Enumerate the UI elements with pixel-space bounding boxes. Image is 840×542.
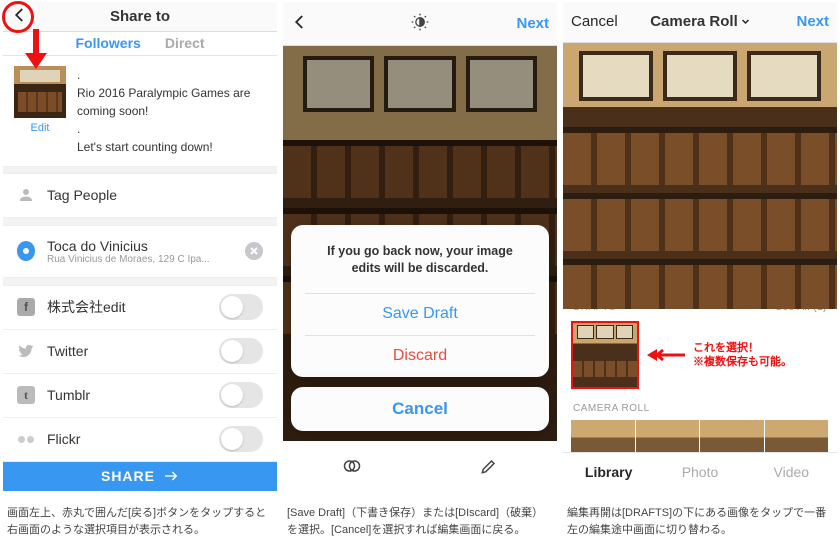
picker-screen: Cancel Camera Roll Next DRAFTS See All (… — [563, 2, 837, 540]
post-preview-row: Edit . Rio 2016 Paralympic Games are com… — [3, 56, 277, 167]
edit-topbar: Next — [283, 2, 557, 46]
post-thumb-col: Edit — [13, 66, 67, 156]
share-tabs: Followers Direct — [3, 32, 277, 56]
tumblr-label: Tumblr — [47, 387, 207, 403]
save-draft-button[interactable]: Save Draft — [305, 293, 535, 335]
footer-caption-2: [Save Draft]（下書き保存）または[DIscard]（破棄）を選択。[… — [283, 491, 557, 540]
camera-roll-label: CAMERA ROLL — [563, 389, 837, 420]
list-gap — [3, 218, 277, 226]
tab-photo[interactable]: Photo — [654, 464, 745, 480]
chevron-left-icon — [11, 6, 29, 24]
sun-icon — [410, 12, 430, 32]
flickr-toggle[interactable] — [219, 426, 263, 452]
tab-direct[interactable]: Direct — [165, 35, 205, 51]
twitter-icon — [17, 342, 35, 360]
edit-screen: Next If you go back now, your image edit… — [283, 2, 557, 540]
back-button[interactable] — [11, 6, 29, 27]
edit-tools-icon[interactable] — [479, 456, 499, 476]
share-flickr-row[interactable]: Flickr — [3, 418, 277, 462]
location-pin-icon — [17, 242, 35, 260]
annotation-text: これを選択！ ※複数保存も可能。 — [693, 341, 792, 370]
discard-button[interactable]: Discard — [305, 335, 535, 377]
tumblr-toggle[interactable] — [219, 382, 263, 408]
tag-people-row[interactable]: Tag People — [3, 174, 277, 218]
camera-roll-grid[interactable] — [571, 420, 829, 451]
x-icon — [249, 246, 259, 256]
tag-people-label: Tag People — [47, 187, 263, 203]
share-twitter-row[interactable]: Twitter — [3, 330, 277, 374]
share-button-label: SHARE — [101, 468, 155, 484]
edit-tool-strip — [283, 441, 557, 491]
share-topbar: Share to — [3, 2, 277, 32]
twitter-label: Twitter — [47, 343, 207, 359]
share-screen: Share to Followers Direct Edit . Rio 201… — [3, 2, 277, 540]
album-title: Camera Roll — [650, 13, 738, 30]
annotation-arrow-icon — [647, 348, 685, 362]
picker-bottom-tabs: Library Photo Video — [563, 452, 837, 491]
annotation-line1: これを選択！ — [693, 341, 792, 355]
location-address: Rua Vinicius de Moraes, 129 C Ipa... — [47, 254, 233, 265]
person-icon — [17, 186, 35, 204]
facebook-label: 株式会社edit — [47, 297, 207, 317]
grid-thumb[interactable] — [700, 420, 765, 451]
grid-thumb[interactable] — [765, 420, 830, 451]
filter-icon[interactable] — [342, 456, 362, 476]
picker-preview[interactable] — [563, 43, 837, 291]
edit-canvas: If you go back now, your image edits wil… — [283, 46, 557, 491]
draft-thumbnail[interactable] — [571, 321, 639, 389]
arrow-right-icon — [163, 468, 179, 484]
grid-thumb[interactable] — [571, 420, 636, 451]
grid-thumb[interactable] — [636, 420, 701, 451]
sheet-message: If you go back now, your image edits wil… — [305, 243, 535, 293]
chevron-down-icon — [741, 17, 750, 26]
footer-caption-1: 画面左上、赤丸で囲んだ[戻る]ボタンをタップすると右画面のような選択項目が表示さ… — [3, 491, 277, 540]
annotation-line2: ※複数保存も可能。 — [693, 355, 792, 369]
flickr-icon — [17, 430, 35, 448]
share-button[interactable]: SHARE — [3, 462, 277, 491]
share-facebook-row[interactable]: f 株式会社edit — [3, 286, 277, 330]
lux-control[interactable] — [283, 12, 557, 36]
drafts-row: これを選択！ ※複数保存も可能。 — [563, 321, 837, 389]
facebook-toggle[interactable] — [219, 294, 263, 320]
cancel-button[interactable]: Cancel — [291, 387, 549, 431]
picker-topbar: Cancel Camera Roll Next — [563, 2, 837, 43]
twitter-toggle[interactable] — [219, 338, 263, 364]
caption-text[interactable]: . Rio 2016 Paralympic Games are coming s… — [77, 66, 267, 156]
tab-library[interactable]: Library — [563, 464, 654, 480]
flickr-label: Flickr — [47, 431, 207, 447]
tab-video[interactable]: Video — [746, 464, 837, 480]
album-selector[interactable]: Camera Roll — [563, 13, 837, 30]
clear-location-button[interactable] — [245, 242, 263, 260]
tab-followers[interactable]: Followers — [75, 35, 140, 51]
location-name: Toca do Vinicius — [47, 238, 233, 254]
facebook-icon: f — [17, 298, 35, 316]
edit-link[interactable]: Edit — [31, 122, 50, 134]
footer-caption-3: 編集再開は[DRAFTS]の下にある画像をタップで一番左の編集途中画面に切り替わ… — [563, 491, 837, 540]
share-title: Share to — [3, 8, 277, 25]
list-gap — [3, 278, 277, 286]
location-row[interactable]: Toca do Vinicius Rua Vinicius de Moraes,… — [3, 226, 277, 278]
discard-sheet: If you go back now, your image edits wil… — [291, 225, 549, 377]
options-list: Tag People Toca do Vinicius Rua Vinicius… — [3, 173, 277, 462]
tumblr-icon: t — [17, 386, 35, 404]
share-tumblr-row[interactable]: t Tumblr — [3, 374, 277, 418]
post-thumbnail[interactable] — [14, 66, 66, 118]
